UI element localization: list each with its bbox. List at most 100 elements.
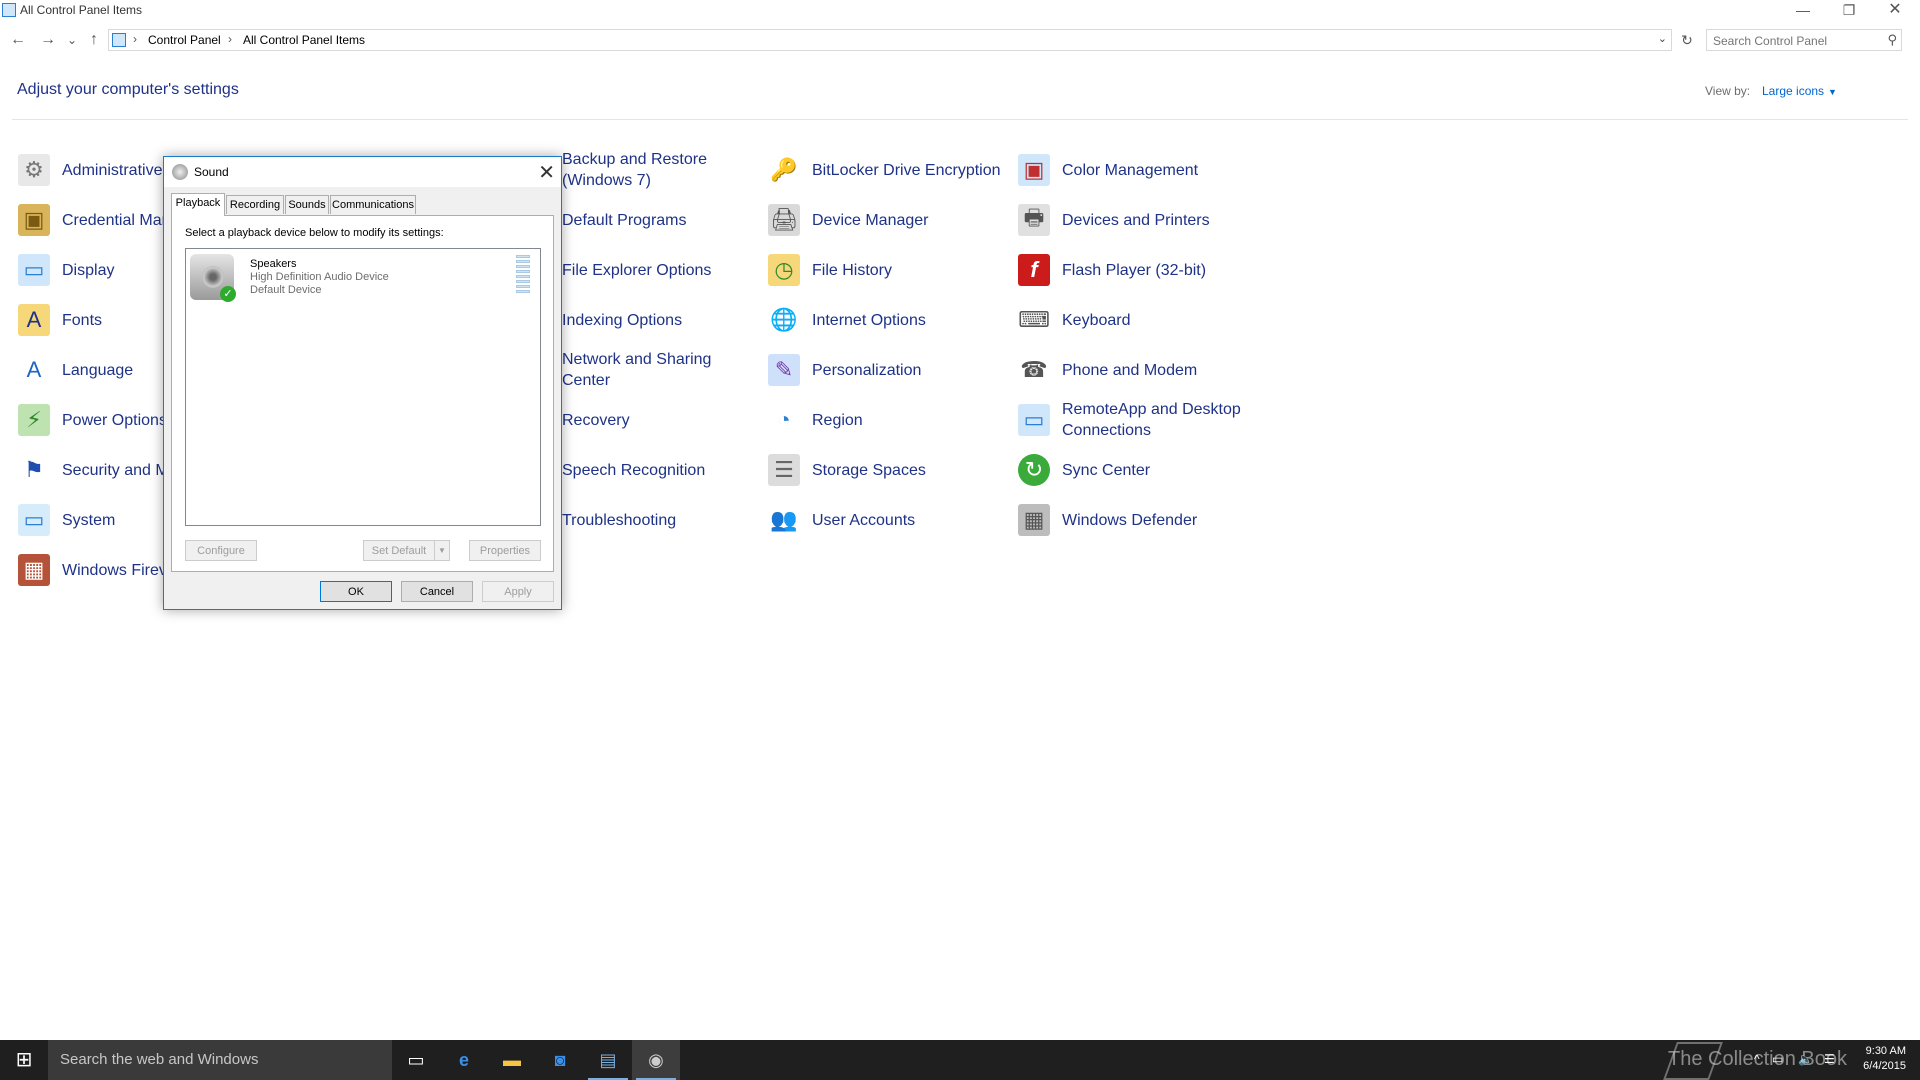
- cp-item-label[interactable]: File History: [812, 260, 892, 281]
- cp-item-label[interactable]: Keyboard: [1062, 310, 1131, 331]
- taskbar-clock[interactable]: 9:30 AM 6/4/2015: [1858, 1044, 1906, 1074]
- control-panel-taskbar-icon[interactable]: ▤: [584, 1040, 632, 1080]
- cp-item-label[interactable]: Windows Defender: [1062, 510, 1197, 531]
- action-center-icon[interactable]: ☰: [1824, 1052, 1835, 1066]
- view-by-dropdown[interactable]: Large icons ▼: [1762, 84, 1837, 98]
- dialog-close-button[interactable]: ✕: [538, 160, 555, 185]
- cp-item-label[interactable]: Devices and Printers: [1062, 210, 1210, 231]
- volume-meter: [516, 255, 530, 297]
- tab-playback[interactable]: Playback: [171, 193, 225, 216]
- network-icon[interactable]: ▭: [1772, 1052, 1783, 1066]
- divider: [12, 119, 1908, 120]
- cp-item-label[interactable]: Credential Mar: [62, 210, 167, 231]
- maximize-button[interactable]: ❐: [1826, 0, 1872, 22]
- cp-item-label[interactable]: RemoteApp and Desktop Connections: [1062, 399, 1262, 441]
- minimize-button[interactable]: —: [1780, 0, 1826, 22]
- set-default-button[interactable]: Set Default: [363, 540, 435, 561]
- cp-item-label[interactable]: Sync Center: [1062, 460, 1150, 481]
- chevron-down-icon[interactable]: ⌄: [1658, 32, 1667, 45]
- refresh-button[interactable]: ↻: [1677, 30, 1697, 50]
- set-default-dropdown-icon[interactable]: ▼: [434, 540, 450, 561]
- cp-item-label[interactable]: Region: [812, 410, 863, 431]
- devices-printers-icon: 🖶: [1018, 204, 1050, 236]
- cp-item-label[interactable]: Troubleshooting: [562, 510, 676, 531]
- cp-item-label[interactable]: User Accounts: [812, 510, 915, 531]
- cp-item-label[interactable]: Device Manager: [812, 210, 929, 231]
- cp-item-label[interactable]: Color Management: [1062, 160, 1198, 181]
- breadcrumb-control-panel[interactable]: Control Panel: [148, 33, 221, 47]
- sound-dialog: Sound ✕ Playback Recording Sounds Commun…: [163, 156, 562, 610]
- chevron-down-icon[interactable]: ▼: [1828, 87, 1837, 97]
- cp-item-label[interactable]: Speech Recognition: [562, 460, 705, 481]
- cp-item-label[interactable]: Network and Sharing Center: [562, 349, 762, 391]
- cp-item-label[interactable]: Power Options: [62, 410, 167, 431]
- forward-button[interactable]: →: [38, 30, 58, 50]
- cp-item-label[interactable]: Phone and Modem: [1062, 360, 1197, 381]
- credential-manager-icon: ▣: [18, 204, 50, 236]
- search-input[interactable]: [1711, 32, 1875, 50]
- cp-item-label[interactable]: File Explorer Options: [562, 260, 711, 281]
- taskbar-search[interactable]: Search the web and Windows: [48, 1040, 392, 1080]
- recent-locations-button[interactable]: ⌄: [62, 30, 82, 50]
- cp-item-label[interactable]: Language: [62, 360, 133, 381]
- tab-sounds[interactable]: Sounds: [285, 195, 329, 214]
- file-explorer-icon[interactable]: ▬: [488, 1040, 536, 1080]
- windows-firewall-icon: ▦: [18, 554, 50, 586]
- start-button[interactable]: ⊞: [0, 1040, 48, 1080]
- taskbar-search-text[interactable]: Search the web and Windows: [60, 1051, 258, 1068]
- properties-button[interactable]: Properties: [469, 540, 541, 561]
- fonts-icon: A: [18, 304, 50, 336]
- window-titlebar: All Control Panel Items — ❐ ✕: [0, 0, 1920, 22]
- task-view-icon[interactable]: ▭: [392, 1040, 440, 1080]
- device-list[interactable]: ✓ Speakers High Definition Audio Device …: [185, 248, 541, 526]
- cp-item-label[interactable]: Fonts: [62, 310, 102, 331]
- cp-item-label[interactable]: System: [62, 510, 115, 531]
- breadcrumb-all-items[interactable]: All Control Panel Items: [243, 33, 365, 47]
- address-bar[interactable]: › Control Panel › All Control Panel Item…: [108, 29, 1672, 51]
- breadcrumb-separator[interactable]: ›: [228, 32, 232, 46]
- cp-item-label[interactable]: Security and M: [62, 460, 169, 481]
- tab-recording[interactable]: Recording: [226, 195, 284, 214]
- configure-button[interactable]: Configure: [185, 540, 257, 561]
- cp-item-label[interactable]: Internet Options: [812, 310, 926, 331]
- cp-item-label[interactable]: Flash Player (32-bit): [1062, 260, 1206, 281]
- cp-item-label[interactable]: Default Programs: [562, 210, 687, 231]
- clock-date[interactable]: 6/4/2015: [1858, 1059, 1906, 1074]
- breadcrumb-separator[interactable]: ›: [133, 32, 137, 46]
- back-button[interactable]: ←: [8, 30, 28, 50]
- cancel-button[interactable]: Cancel: [401, 581, 473, 602]
- sound-taskbar-icon[interactable]: ◉: [632, 1040, 680, 1080]
- tab-communications[interactable]: Communications: [330, 195, 416, 214]
- cp-item-label[interactable]: Backup and Restore (Windows 7): [562, 149, 762, 191]
- flash-player-icon: f: [1018, 254, 1050, 286]
- control-panel-icon: [112, 33, 126, 47]
- device-description: High Definition Audio Device: [250, 271, 389, 283]
- storage-spaces-icon: ☰: [768, 454, 800, 486]
- store-icon[interactable]: ◙: [536, 1040, 584, 1080]
- device-name[interactable]: Speakers: [250, 258, 296, 270]
- bitlocker-icon: 🔑: [770, 157, 798, 182]
- edge-icon[interactable]: e: [440, 1040, 488, 1080]
- apply-button[interactable]: Apply: [482, 581, 554, 602]
- cp-item-label[interactable]: Display: [62, 260, 114, 281]
- speaker-icon[interactable]: ✓: [190, 254, 236, 302]
- view-by-value[interactable]: Large icons: [1762, 84, 1824, 98]
- cp-item-label[interactable]: BitLocker Drive Encryption: [812, 160, 1001, 181]
- cp-item-label[interactable]: Storage Spaces: [812, 460, 926, 481]
- check-icon: ✓: [220, 286, 236, 302]
- cp-item-label[interactable]: Recovery: [562, 410, 630, 431]
- file-history-icon: ◷: [768, 254, 800, 286]
- search-icon[interactable]: ⚲: [1887, 32, 1897, 48]
- close-window-button[interactable]: ✕: [1872, 0, 1918, 22]
- sync-center-icon: ↻: [1018, 454, 1050, 486]
- search-box[interactable]: ⚲: [1706, 29, 1902, 51]
- tray-chevron-icon[interactable]: ^: [1754, 1052, 1760, 1066]
- ok-button[interactable]: OK: [320, 581, 392, 602]
- clock-time[interactable]: 9:30 AM: [1858, 1044, 1906, 1059]
- cp-item-label[interactable]: Administrative: [62, 160, 162, 181]
- cp-item-label[interactable]: Windows Firev: [62, 560, 167, 581]
- cp-item-label[interactable]: Indexing Options: [562, 310, 682, 331]
- up-button[interactable]: ↑: [84, 30, 104, 50]
- volume-icon[interactable]: 🔈: [1798, 1052, 1813, 1066]
- cp-item-label[interactable]: Personalization: [812, 360, 921, 381]
